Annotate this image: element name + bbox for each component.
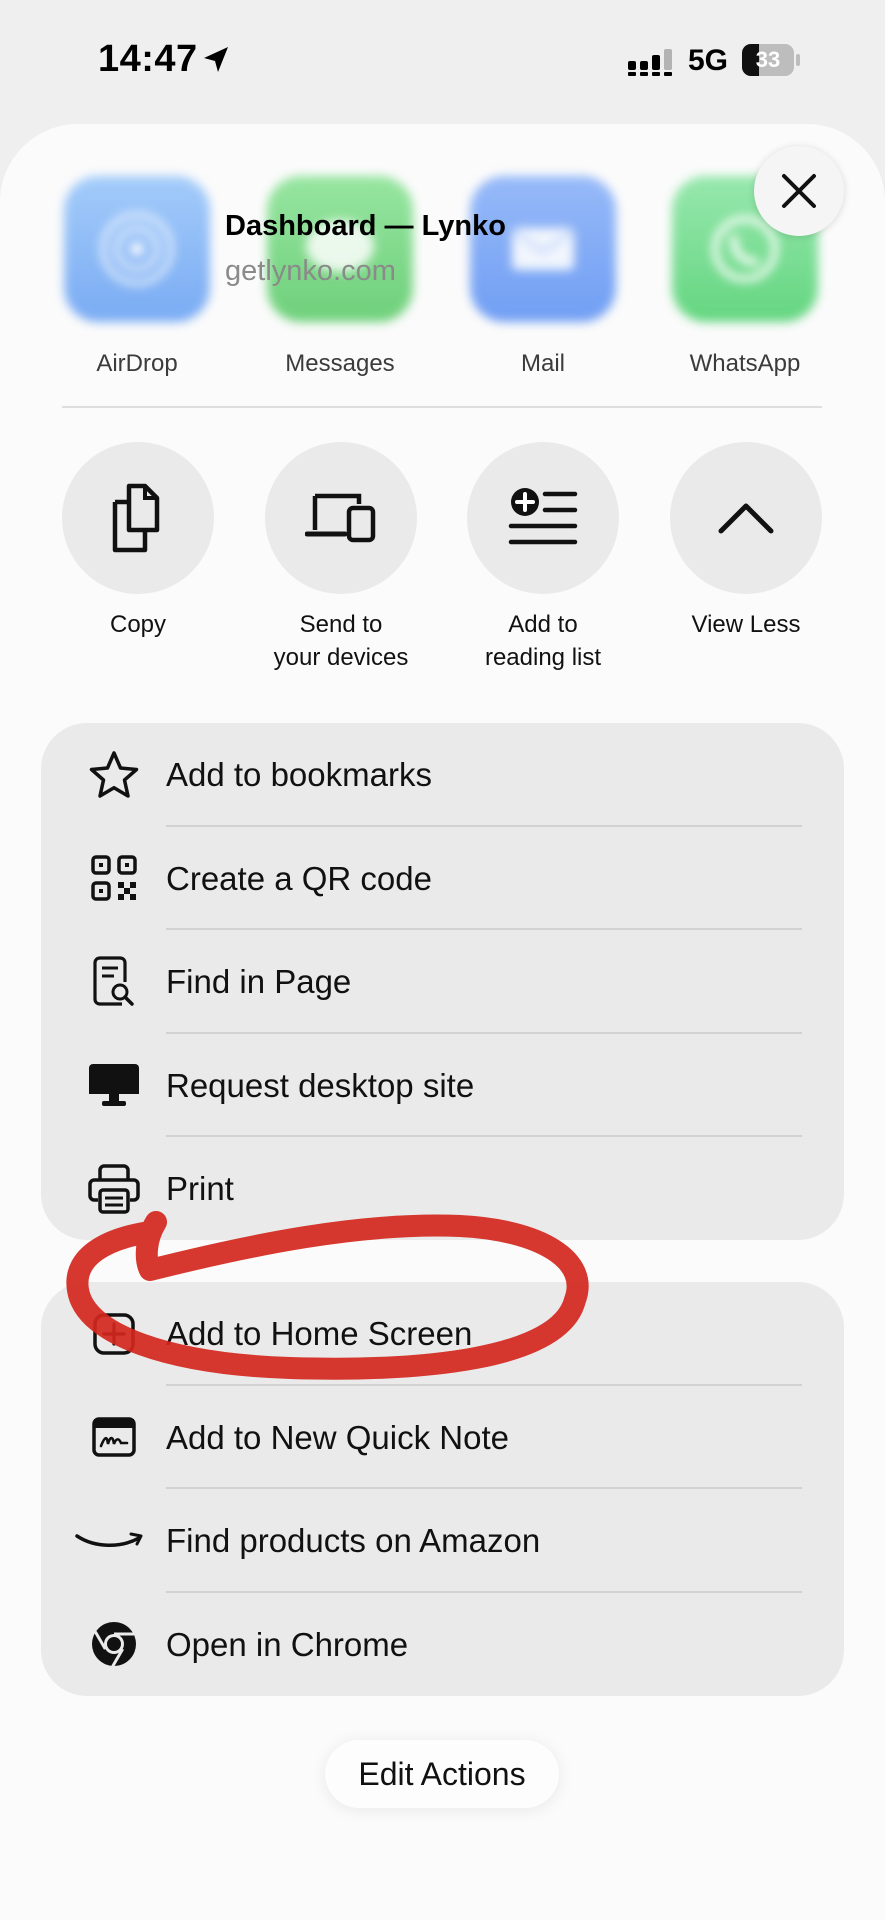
menu-item-label: Open in Chrome (166, 1625, 409, 1663)
view-less-button[interactable]: View Less (666, 442, 826, 641)
divider (62, 406, 822, 408)
menu-item-add-to-new-quick-note[interactable]: Add to New Quick Note (41, 1386, 844, 1489)
desktop-icon (89, 1064, 139, 1107)
battery-icon: 33 (742, 44, 800, 76)
action-label: View Less (691, 611, 801, 638)
share-app-label: AirDrop (96, 350, 178, 377)
find-in-page-icon (93, 956, 134, 1006)
amazon-icon (75, 1532, 143, 1547)
menu-item-label: Find in Page (166, 963, 352, 1000)
menu-item-label: Print (166, 1170, 234, 1207)
menu-item-create-qr-code[interactable]: Create a QR code (41, 827, 844, 930)
menu-item-open-in-chrome[interactable]: Open in Chrome (41, 1593, 844, 1697)
quick-note-icon (92, 1417, 136, 1457)
share-app-label: WhatsApp (689, 350, 801, 377)
share-app-airdrop[interactable]: AirDrop (62, 176, 212, 378)
status-bar: 14:47 5G 33 (0, 0, 885, 120)
copy-button[interactable]: Copy (58, 442, 218, 641)
menu-item-print[interactable]: Print (41, 1137, 844, 1241)
menu-group-primary: Add to bookmarks Create a QR code Find i… (41, 723, 844, 1240)
devices-icon (305, 493, 376, 543)
reading-list-icon (508, 488, 578, 545)
close-button[interactable] (754, 146, 844, 236)
menu-item-label: Create a QR code (166, 859, 432, 897)
menu-item-label: Request desktop site (166, 1066, 475, 1104)
menu-item-label: Add to New Quick Note (166, 1418, 509, 1456)
action-label: Copy (109, 611, 167, 638)
menu-item-label: Add to bookmarks (166, 756, 432, 793)
chrome-icon (92, 1622, 136, 1668)
battery-level: 33 (755, 47, 781, 72)
location-arrow-icon (200, 44, 232, 81)
printer-icon (88, 1164, 140, 1214)
action-label: Add to reading list (484, 611, 602, 671)
edit-actions-button[interactable]: Edit Actions (325, 1740, 559, 1808)
menu-group-secondary: Add to Home Screen Add to New Quick Note… (41, 1282, 844, 1696)
qr-code-icon (91, 855, 137, 901)
share-app-label: Mail (520, 350, 565, 377)
menu-item-label: Find products on Amazon (166, 1522, 541, 1559)
menu-item-add-to-home-screen[interactable]: Add to Home Screen (41, 1282, 844, 1386)
network-type: 5G (688, 44, 729, 77)
chevron-up-icon (718, 503, 774, 534)
menu-item-find-products-on-amazon[interactable]: Find products on Amazon (41, 1489, 844, 1593)
page-preview: Dashboard — Lynko getlynko.com (225, 210, 506, 288)
cellular-signal-icon (628, 48, 674, 81)
menu-item-find-in-page[interactable]: Find in Page (41, 930, 844, 1034)
menu-item-request-desktop-site[interactable]: Request desktop site (41, 1034, 844, 1137)
menu-item-add-to-bookmarks[interactable]: Add to bookmarks (41, 723, 844, 827)
add-square-icon (93, 1313, 135, 1355)
star-icon (89, 751, 139, 798)
preview-url: getlynko.com (225, 255, 396, 287)
add-to-reading-list-button[interactable]: Add to reading list (463, 442, 623, 674)
menu-item-label: Add to Home Screen (166, 1315, 473, 1352)
share-app-label: Messages (285, 350, 395, 377)
action-label: Send to your devices (273, 611, 409, 671)
close-icon (782, 174, 816, 208)
preview-title: Dashboard — Lynko (225, 210, 506, 242)
copy-icon (112, 483, 160, 553)
send-to-devices-button[interactable]: Send to your devices (261, 442, 421, 674)
airdrop-icon (64, 176, 210, 322)
status-time: 14:47 (98, 38, 198, 80)
